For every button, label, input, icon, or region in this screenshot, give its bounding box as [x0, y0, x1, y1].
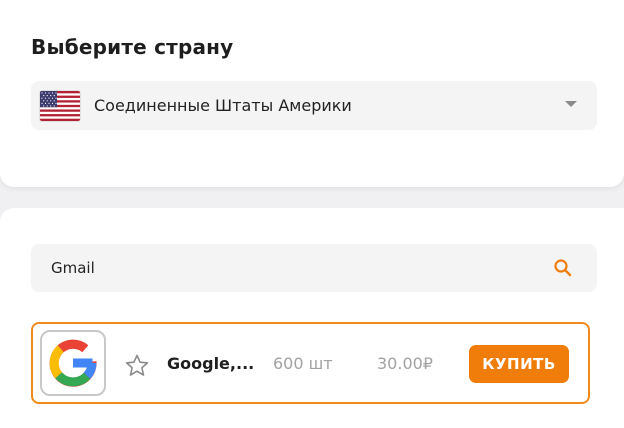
service-search-input[interactable] [51, 257, 531, 279]
us-flag-icon [40, 91, 80, 121]
country-card: Выберите страну Соединенные Штаты Америк… [0, 0, 624, 187]
service-row[interactable]: Google,... 600 шт 30.00₽ КУПИТЬ [31, 322, 590, 404]
service-price: 30.00₽ [377, 354, 433, 373]
service-name: Google,... [167, 354, 255, 373]
country-select[interactable]: Соединенные Штаты Америки [31, 81, 597, 130]
buy-button[interactable]: КУПИТЬ [469, 345, 569, 383]
country-section-title: Выберите страну [31, 35, 234, 59]
search-icon[interactable] [553, 258, 573, 278]
star-icon[interactable] [124, 353, 150, 379]
selected-country-label: Соединенные Штаты Америки [94, 96, 352, 115]
service-count: 600 шт [273, 354, 333, 373]
service-search-box[interactable] [31, 244, 597, 292]
services-card: Google,... 600 шт 30.00₽ КУПИТЬ [0, 208, 624, 428]
google-logo-icon [40, 330, 106, 396]
chevron-down-icon[interactable] [565, 101, 577, 107]
